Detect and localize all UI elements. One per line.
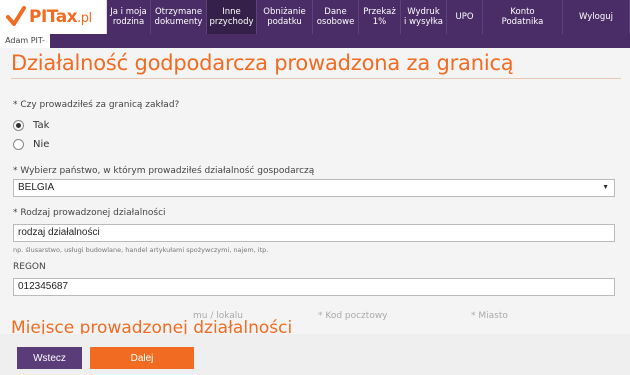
- title-divider: [11, 78, 621, 79]
- activity-hint: np. ślusarstwo, usługi budowlane, handel…: [13, 246, 269, 254]
- city-label: * Miasto: [471, 311, 508, 321]
- postal-code-label: * Kod pocztowy: [318, 311, 388, 321]
- page-title: Działalność godpodarcza prowadzona za gr…: [11, 51, 514, 75]
- country-label: * Wybierz państwo, w którym prowadziłeś …: [13, 166, 315, 176]
- main-content: Działalność godpodarcza prowadzona za gr…: [0, 48, 630, 375]
- nav-documents[interactable]: Otrzymane dokumenty: [151, 0, 207, 34]
- sub-navigation: [0, 34, 630, 48]
- nav-tax-reduction[interactable]: Obniżanie podatku: [257, 0, 313, 34]
- nav-other-income[interactable]: Inne przychody: [207, 0, 257, 34]
- top-navigation: PITax.pl Ja i moja rodzina Otrzymane dok…: [0, 0, 630, 34]
- checkmark-logo-icon: [6, 6, 26, 28]
- nav-upo[interactable]: UPO: [447, 0, 483, 34]
- radio-selected-icon[interactable]: [13, 120, 24, 131]
- nav-personal-data[interactable]: Dane osobowe: [313, 0, 359, 34]
- nav-family[interactable]: Ja i moja rodzina: [107, 0, 151, 34]
- nav-print-send[interactable]: Wydruk i wysyłka: [401, 0, 447, 34]
- user-tab[interactable]: Adam PIT-36L: [0, 34, 50, 59]
- radio-option-no[interactable]: Nie: [13, 139, 49, 150]
- main-menu: Ja i moja rodzina Otrzymane dokumenty In…: [107, 0, 630, 34]
- dropdown-arrow-icon: ▼: [602, 184, 609, 191]
- regon-label: REGON: [13, 262, 46, 272]
- country-select[interactable]: BELGIA ▼: [13, 179, 615, 197]
- activity-input[interactable]: rodzaj działalności: [13, 224, 615, 242]
- nav-taxpayer-account[interactable]: Konto Podatnika: [483, 0, 563, 34]
- logo-text: PITax.pl: [29, 7, 92, 27]
- street-number-label: mu / lokalu: [193, 311, 244, 321]
- activity-label: * Rodzaj prowadzonej działalności: [13, 208, 166, 218]
- radio-option-yes[interactable]: Tak: [13, 120, 49, 131]
- radio-empty-icon[interactable]: [13, 139, 24, 150]
- next-button[interactable]: Dalej: [90, 347, 194, 369]
- logo[interactable]: PITax.pl: [0, 0, 107, 34]
- nav-logout[interactable]: Wyloguj: [563, 0, 630, 34]
- nav-one-percent[interactable]: Przekaż 1%: [359, 0, 401, 34]
- establishment-question: * Czy prowadziłeś za granicą zakład?: [13, 100, 180, 110]
- back-button[interactable]: Wstecz: [17, 347, 82, 369]
- regon-input[interactable]: 012345687: [13, 278, 615, 296]
